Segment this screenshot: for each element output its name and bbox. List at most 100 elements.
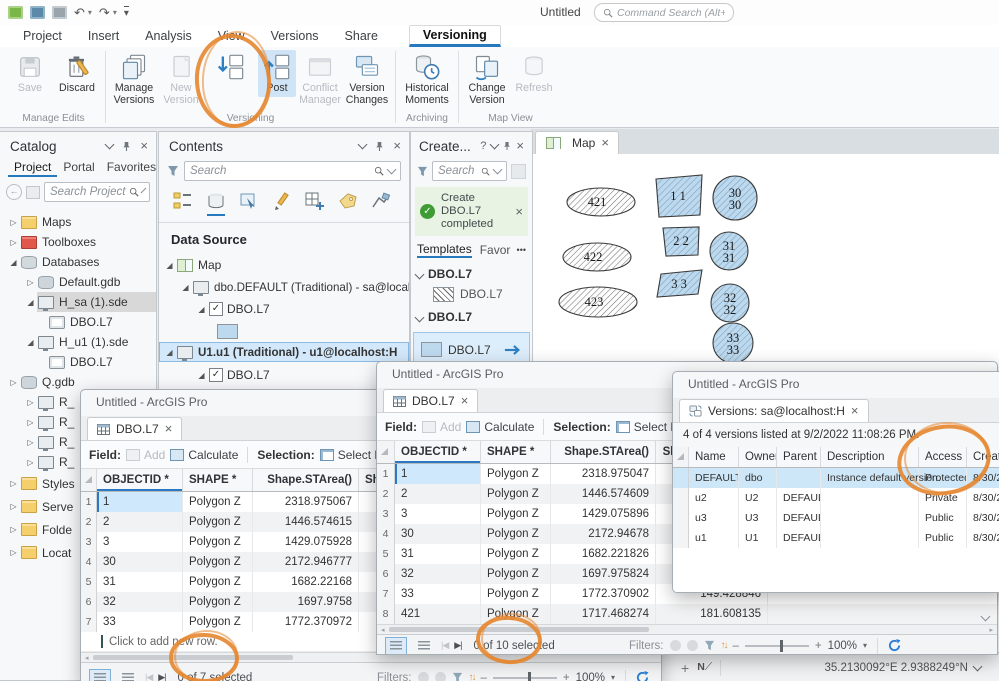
table1-tab[interactable]: DBO.L7 × [87, 417, 183, 440]
catalog-item-dbo-l7[interactable]: DBO.L7 [0, 312, 156, 332]
refresh-icon[interactable] [888, 639, 901, 652]
filter-toggle-icon[interactable] [417, 672, 429, 681]
catalog-item-h-sa-sde[interactable]: ◢ H_sa (1).sde [0, 292, 156, 312]
template-group1-header[interactable]: DBO.L7 [411, 264, 532, 284]
version-row[interactable]: u1U1DEFAULTPublic8/30/2 [673, 528, 999, 548]
filter-toggle-icon[interactable] [434, 672, 446, 681]
first-record-icon[interactable]: |◀ [145, 672, 153, 681]
checkbox-checked-icon[interactable]: ✓ [209, 302, 223, 316]
pan-icon[interactable]: + [681, 660, 689, 676]
map-tab[interactable]: Map × [535, 131, 619, 154]
close-icon[interactable]: × [516, 139, 524, 152]
zoom-slider[interactable] [492, 671, 557, 681]
form-view-button[interactable] [413, 637, 435, 655]
version-row[interactable]: u2U2DEFAULTPrivate8/30/2 [673, 488, 999, 508]
undo-icon[interactable]: ↶ [74, 6, 85, 19]
table2-tab[interactable]: DBO.L7 × [383, 389, 479, 412]
perspective-icon[interactable] [371, 192, 391, 210]
table-row[interactable]: 8 421 Polygon Z 1717.468274 181.608135 [377, 604, 997, 624]
pin-icon[interactable] [122, 141, 131, 152]
close-icon[interactable]: × [461, 394, 469, 407]
close-icon[interactable]: × [601, 136, 609, 149]
chevron-down-icon[interactable] [104, 139, 115, 150]
selection-icon[interactable] [239, 192, 259, 210]
next-record-icon[interactable]: ▶| [158, 672, 166, 681]
search-dropdown-icon[interactable] [492, 164, 503, 175]
coords-dropdown-icon[interactable] [972, 661, 983, 671]
contents-item-connection2[interactable]: ◢ U1.u1 (Traditional) - u1@localhost:H [159, 342, 409, 362]
calculate-button[interactable]: Calculate [466, 420, 534, 434]
zoom-slider[interactable] [744, 639, 809, 652]
add-field-button[interactable]: Add [422, 420, 461, 434]
zoom-level[interactable]: 100% [828, 640, 857, 652]
tab-project[interactable]: Project [10, 27, 75, 47]
filter-icon[interactable] [167, 165, 179, 177]
template-group2-header[interactable]: DBO.L7 [411, 307, 532, 327]
undo-dropdown-icon[interactable]: ▾ [88, 8, 92, 17]
redo-icon[interactable]: ↷ [99, 6, 110, 19]
tab-versioning[interactable]: Versioning [408, 25, 501, 47]
refresh-button[interactable]: Refresh [511, 50, 557, 97]
filter-icon[interactable] [417, 166, 428, 177]
paste-icon[interactable] [511, 163, 526, 179]
contents-item-layer1[interactable]: ◢ ✓ DBO.L7 [159, 298, 409, 320]
next-record-icon[interactable]: ▶| [454, 640, 462, 651]
help-icon[interactable]: ? [480, 140, 486, 152]
reconcile-button[interactable] [205, 50, 257, 85]
customize-qat-icon[interactable]: ▾ [123, 5, 129, 20]
post-button[interactable]: Post [258, 50, 296, 97]
catalog-item-toolboxes[interactable]: ▷ Toolboxes [0, 232, 156, 252]
edit-icon[interactable] [272, 192, 292, 210]
close-icon[interactable]: × [165, 422, 173, 435]
contents-search-input[interactable]: Search [184, 161, 401, 181]
manage-versions-button[interactable]: Manage Versions [111, 50, 157, 108]
template-item-hatched[interactable]: DBO.L7 [411, 284, 532, 304]
catalog-item-h-u1-sde[interactable]: ◢ H_u1 (1).sde [0, 332, 156, 352]
catalog-item-dbo-l7-2[interactable]: DBO.L7 [0, 352, 156, 372]
label-tag-icon[interactable] [338, 192, 358, 210]
contents-item-layer2[interactable]: ◢ ✓ DBO.L7 [159, 364, 409, 386]
new-version-button[interactable]: New Version [158, 50, 204, 108]
zoom-dropdown-icon[interactable]: ▾ [863, 641, 867, 650]
north-arrow-icon[interactable]: N⟋ [697, 661, 712, 674]
contents-item-map[interactable]: ◢ Map [159, 254, 409, 276]
tab-view[interactable]: View [205, 27, 258, 47]
catalog-item-maps[interactable]: ▷ Maps [0, 212, 156, 232]
tab-versions[interactable]: Versions [258, 27, 332, 47]
drawing-order-icon[interactable] [173, 192, 193, 210]
new-map-icon[interactable] [8, 6, 23, 19]
first-record-icon[interactable]: |◀ [441, 640, 449, 651]
contents-item-connection1[interactable]: ◢dbo.DEFAULT (Traditional) - sa@localhos… [159, 276, 409, 298]
zoom-in-icon[interactable]: + [563, 672, 570, 681]
tab-share[interactable]: Share [332, 27, 391, 47]
pin-icon[interactable] [375, 141, 384, 152]
version-row[interactable]: DEFAULT dbo Instance default version. Prote… [673, 468, 999, 488]
redo-dropdown-icon[interactable]: ▾ [113, 8, 117, 17]
table-view-button[interactable] [385, 636, 407, 654]
zoom-level[interactable]: 100% [576, 672, 605, 681]
home-folder-icon[interactable] [26, 185, 40, 199]
add-field-button[interactable]: Add [126, 448, 165, 462]
close-icon[interactable]: × [140, 139, 148, 152]
forward-arrow-icon[interactable] [504, 344, 522, 356]
open-project-icon[interactable] [30, 6, 45, 19]
contents-swatch-blue[interactable] [159, 320, 409, 342]
grid-add-icon[interactable] [305, 192, 325, 210]
filter-icon[interactable] [452, 672, 463, 681]
dismiss-notification-icon[interactable]: × [515, 205, 523, 218]
catalog-search-input[interactable]: Search Project [44, 182, 150, 202]
chevron-down-icon[interactable] [489, 139, 500, 150]
catalog-tab-favorites[interactable]: Favorites [101, 159, 156, 177]
change-version-button[interactable]: Change Version [464, 50, 510, 108]
checkbox-checked-icon[interactable]: ✓ [209, 368, 223, 382]
historical-moments-button[interactable]: Historical Moments [401, 50, 453, 108]
tab-insert[interactable]: Insert [75, 27, 132, 47]
sort-icon[interactable]: ↑↓ [469, 672, 477, 681]
more-options-icon[interactable]: ••• [517, 245, 526, 255]
version-row[interactable]: u3U3DEFAULTPublic8/30/2 [673, 508, 999, 528]
filter-icon[interactable] [704, 640, 715, 651]
calculate-button[interactable]: Calculate [170, 448, 238, 462]
zoom-dropdown-icon[interactable]: ▾ [611, 673, 615, 681]
command-search-input[interactable]: Command Search (Alt+Q) [594, 3, 734, 22]
discard-button[interactable]: Discard [54, 50, 100, 97]
